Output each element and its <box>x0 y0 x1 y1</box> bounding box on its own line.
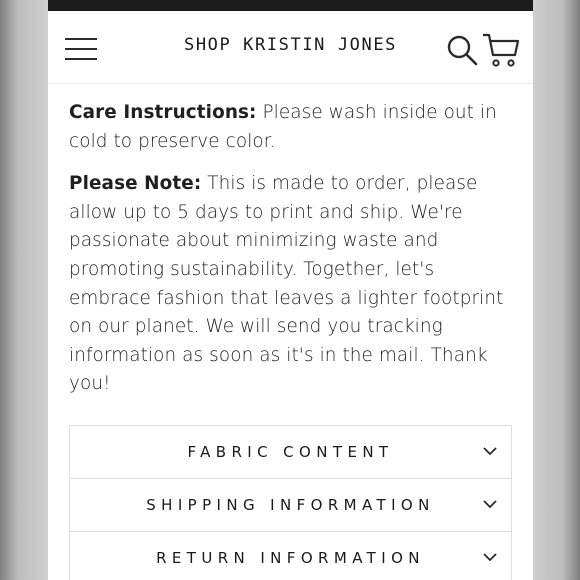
search-icon[interactable] <box>446 34 478 66</box>
please-note: Please Note: This is made to order, plea… <box>69 170 512 399</box>
screenshot-frame: SHOP KRISTIN JONES Care Instructions: Pl… <box>0 0 580 580</box>
chevron-down-icon <box>483 553 497 562</box>
care-instructions-heading: Care Instructions: <box>69 102 257 123</box>
please-note-text: This is made to order, please allow up t… <box>69 173 504 395</box>
top-bar <box>48 0 533 11</box>
accordion-shipping-information[interactable]: SHIPPING INFORMATION <box>70 479 511 532</box>
hamburger-menu-icon[interactable] <box>64 37 98 61</box>
chevron-down-icon <box>483 500 497 509</box>
accordion-return-information[interactable]: RETURN INFORMATION <box>70 532 511 580</box>
please-note-heading: Please Note: <box>69 173 202 195</box>
accordion-label: RETURN INFORMATION <box>156 548 425 567</box>
product-description: Care Instructions: Please wash inside ou… <box>48 84 533 580</box>
accordion-label: SHIPPING INFORMATION <box>146 495 435 514</box>
accordion-label: FABRIC CONTENT <box>187 442 394 461</box>
cart-icon[interactable] <box>482 32 520 68</box>
product-accordion: FABRIC CONTENT SHIPPING INFORMATION RETU… <box>69 424 512 580</box>
mobile-page: SHOP KRISTIN JONES Care Instructions: Pl… <box>48 0 533 580</box>
chevron-down-icon <box>483 447 497 456</box>
site-header: SHOP KRISTIN JONES <box>48 11 533 84</box>
care-instructions: Care Instructions: Please wash inside ou… <box>69 99 512 156</box>
accordion-fabric-content[interactable]: FABRIC CONTENT <box>70 426 511 479</box>
store-logo-link[interactable]: SHOP KRISTIN JONES <box>184 35 397 55</box>
